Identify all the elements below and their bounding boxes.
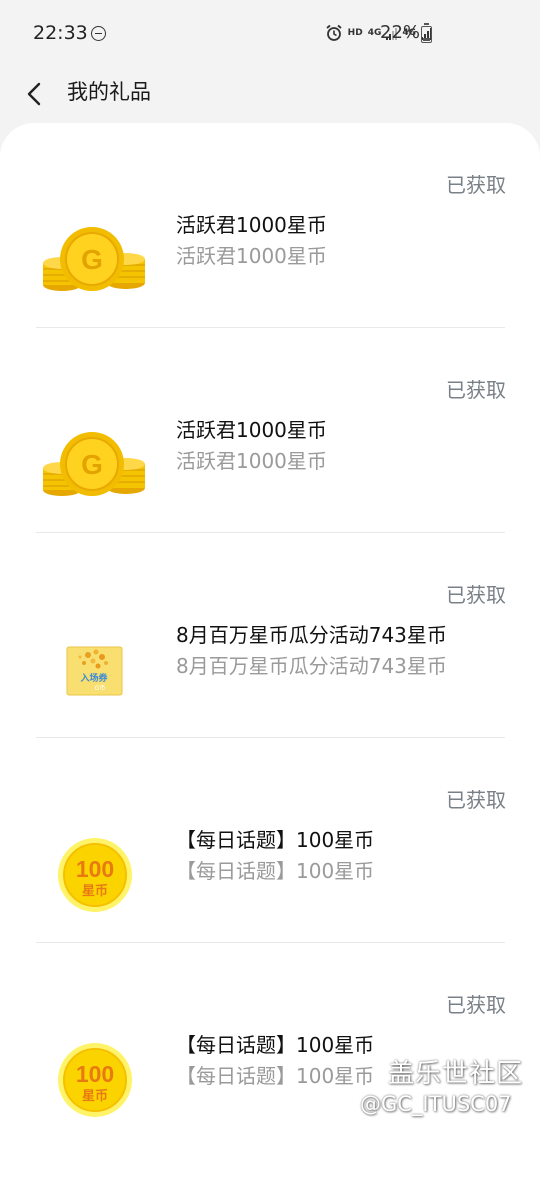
- alarm-icon: [326, 24, 342, 41]
- gift-name: 【每日话题】100星币: [176, 828, 375, 852]
- gift-name: 8月百万星币瓜分活动743星币: [176, 623, 447, 647]
- gift-description: 8月百万星币瓜分活动743星币: [176, 654, 447, 678]
- watermark-handle: @GC_ITUSC07: [360, 1092, 512, 1116]
- gift-description: 活跃君1000星币: [176, 449, 327, 473]
- battery-icon: [421, 23, 432, 43]
- watermark-title: 盖乐世社区: [388, 1059, 524, 1089]
- gift-item[interactable]: 已获取 100 星币 【每日话题】100星币 【每日话题】100星币: [0, 738, 540, 943]
- svg-text:G: G: [81, 449, 103, 480]
- gift-status: 已获取: [446, 583, 506, 607]
- gift-description: 【每日话题】100星币: [176, 859, 375, 883]
- hundred-coin-icon: 100 星币: [58, 1043, 132, 1117]
- status-bar: 22:33 HD 4G 4G 22%: [0, 0, 540, 70]
- admission-ticket-icon: 入场券 G币: [66, 646, 123, 696]
- gift-status: 已获取: [446, 173, 506, 197]
- gift-name: 活跃君1000星币: [176, 418, 327, 442]
- gift-item[interactable]: 已获取 入场券 G币 8月百万星币瓜分活动743星币 8月百万星币瓜分活动743…: [0, 533, 540, 738]
- page-title: 我的礼品: [67, 80, 151, 104]
- gift-name: 活跃君1000星币: [176, 213, 327, 237]
- hundred-coin-icon: 100 星币: [58, 838, 132, 912]
- gift-description: 活跃君1000星币: [176, 244, 327, 268]
- gift-status: 已获取: [446, 378, 506, 402]
- gift-description: 【每日话题】100星币: [176, 1064, 375, 1088]
- gift-status: 已获取: [446, 993, 506, 1017]
- coin-unit: 星币: [82, 884, 108, 899]
- svg-text:G: G: [81, 244, 103, 275]
- ticket-sublabel: G币: [95, 685, 106, 692]
- hd-label: HD: [347, 28, 363, 38]
- gift-item[interactable]: 已获取 G 活跃君1000星币 活跃君1000星币: [0, 328, 540, 533]
- gift-item[interactable]: 已获取 G 活跃君1000星币 活跃君1000星币: [0, 123, 540, 328]
- gift-name: 【每日话题】100星币: [176, 1033, 375, 1057]
- ticket-label: 入场券: [79, 672, 108, 684]
- gold-coins-icon: G: [43, 432, 145, 496]
- battery-percent: 22%: [380, 22, 421, 43]
- gift-list-card: 已获取 G 活跃君1000星币 活跃君1000星币 已获取 G 活跃君1000星…: [0, 123, 540, 1183]
- gift-item[interactable]: 已获取 100 星币 【每日话题】100星币 【每日话题】100星币: [0, 943, 540, 1148]
- do-not-disturb-icon: [91, 26, 106, 41]
- status-time: 22:33: [33, 22, 88, 44]
- coin-unit: 星币: [82, 1089, 108, 1104]
- back-arrow-icon[interactable]: [22, 80, 50, 108]
- coin-value: 100: [76, 1061, 114, 1087]
- gold-coins-icon: G: [43, 227, 145, 291]
- app-header: 我的礼品: [0, 70, 540, 120]
- coin-value: 100: [76, 856, 114, 882]
- gift-status: 已获取: [446, 788, 506, 812]
